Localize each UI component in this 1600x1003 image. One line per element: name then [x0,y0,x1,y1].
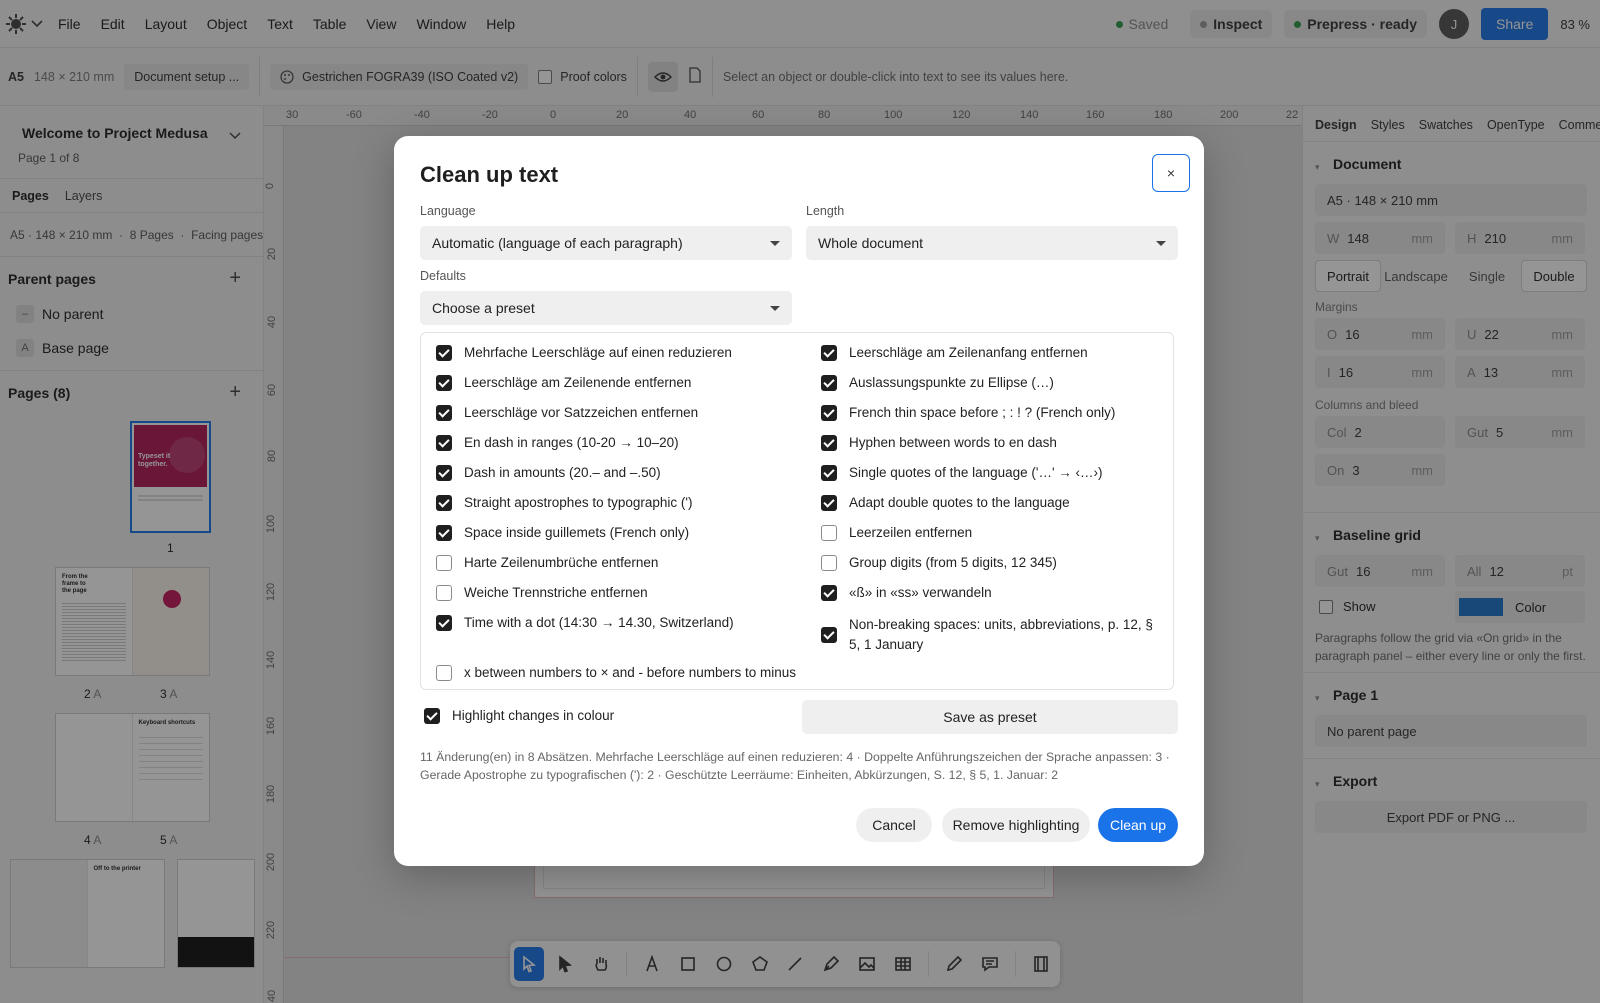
option-label: Group digits (from 5 digits, 12 345) [849,555,1057,570]
option-label: Leerschläge am Zeilenende entfernen [464,375,692,390]
checkbox-checked[interactable] [436,435,452,451]
defaults-label: Defaults [420,269,466,283]
cleanup-option[interactable]: En dash in ranges (10-20 → 10–20) [436,433,806,453]
option-label: French thin space before ; : ! ? (French… [849,405,1116,420]
highlight-label: Highlight changes in colour [452,708,615,723]
checkbox-checked[interactable] [436,345,452,361]
checkbox-checked[interactable] [436,615,452,631]
checkbox-checked[interactable] [821,465,837,481]
checkbox-unchecked[interactable] [821,555,837,571]
chevron-down-icon [770,240,780,246]
length-value: Whole document [818,235,924,251]
cleanup-option[interactable]: Harte Zeilenumbrüche entfernen [436,553,806,573]
option-label: Time with a dot (14:30 → 14.30, Switzerl… [464,615,734,630]
cleanup-option[interactable]: x between numbers to × and - before numb… [436,663,806,683]
highlight-changes-option[interactable]: Highlight changes in colour [424,706,614,726]
option-label: x between numbers to × and - before numb… [464,665,797,680]
checkbox-unchecked[interactable] [436,555,452,571]
checkbox-checked[interactable] [436,465,452,481]
cleanup-option[interactable]: Auslassungspunkte zu Ellipse (…) [821,373,1161,393]
option-label: Space inside guillemets (French only) [464,525,690,540]
change-summary: 11 Änderung(en) in 8 Absätzen. Mehrfache… [420,750,1170,782]
length-select[interactable]: Whole document [806,226,1178,260]
option-label: Hyphen between words to en dash [849,435,1057,450]
close-icon[interactable]: × [1152,154,1190,192]
dialog-title: Clean up text [420,162,559,187]
clean-up-button[interactable]: Clean up [1098,808,1178,842]
option-label: «ß» in «ss» verwandeln [849,585,992,600]
cleanup-option[interactable]: Straight apostrophes to typographic (') [436,493,806,513]
remove-highlighting-button[interactable]: Remove highlighting [942,808,1090,842]
chevron-down-icon [770,305,780,311]
checkbox-checked[interactable] [821,585,837,601]
option-label: Leerschläge vor Satzzeichen entfernen [464,405,699,420]
checkbox-checked[interactable] [821,345,837,361]
option-label: Dash in amounts (20.– and –.50) [464,465,661,480]
option-label: Straight apostrophes to typographic (') [464,495,693,510]
checkbox-unchecked[interactable] [821,525,837,541]
cleanup-option[interactable]: French thin space before ; : ! ? (French… [821,403,1161,423]
cleanup-options: Mehrfache Leerschläge auf einen reduzier… [420,332,1174,690]
option-label: Mehrfache Leerschläge auf einen reduzier… [464,345,732,360]
checkbox-checked[interactable] [821,375,837,391]
option-label: Leerschläge am Zeilenanfang entfernen [849,345,1088,360]
cancel-button[interactable]: Cancel [856,808,932,842]
cleanup-option[interactable]: Mehrfache Leerschläge auf einen reduzier… [436,343,806,363]
checkbox-checked[interactable] [821,435,837,451]
cleanup-option[interactable]: Leerzeilen entfernen [821,523,1161,543]
checkbox-unchecked[interactable] [436,665,452,681]
checkbox-checked[interactable] [436,495,452,511]
cleanup-option[interactable]: Adapt double quotes to the language [821,493,1161,513]
cleanup-option[interactable]: Group digits (from 5 digits, 12 345) [821,553,1161,573]
length-label: Length [806,204,845,218]
preset-select[interactable]: Choose a preset [420,291,792,325]
clean-up-text-dialog: Clean up text × Language Automatic (lang… [394,136,1204,866]
cleanup-option[interactable]: Leerschläge vor Satzzeichen entfernen [436,403,806,423]
cleanup-option[interactable]: Time with a dot (14:30 → 14.30, Switzerl… [436,613,806,633]
language-label: Language [420,204,476,218]
language-value: Automatic (language of each paragraph) [432,235,683,251]
chevron-down-icon [1156,240,1166,246]
option-label: Adapt double quotes to the language [849,495,1070,510]
option-label: Auslassungspunkte zu Ellipse (…) [849,375,1054,390]
option-label: Weiche Trennstriche entfernen [464,585,648,600]
checkbox-checked[interactable] [436,375,452,391]
checkbox-checked[interactable] [436,525,452,541]
language-select[interactable]: Automatic (language of each paragraph) [420,226,792,260]
cleanup-option[interactable]: Leerschläge am Zeilenende entfernen [436,373,806,393]
cleanup-option[interactable]: Single quotes of the language ('…' → ‹…›… [821,463,1161,483]
option-label: Non-breaking spaces: units, abbreviation… [849,617,1153,652]
cleanup-option[interactable]: Dash in amounts (20.– and –.50) [436,463,806,483]
option-label: En dash in ranges (10-20 → 10–20) [464,435,679,450]
preset-value: Choose a preset [432,300,535,316]
checkbox-checked[interactable] [821,495,837,511]
option-label: Harte Zeilenumbrüche entfernen [464,555,659,570]
highlight-checkbox[interactable] [424,708,440,724]
save-preset-button[interactable]: Save as preset [802,700,1178,734]
option-label: Leerzeilen entfernen [849,525,973,540]
cleanup-option[interactable]: Hyphen between words to en dash [821,433,1161,453]
checkbox-checked[interactable] [436,405,452,421]
cleanup-option[interactable]: «ß» in «ss» verwandeln [821,583,1161,603]
cleanup-option[interactable]: Space inside guillemets (French only) [436,523,806,543]
cleanup-option[interactable]: Non-breaking spaces: units, abbreviation… [821,615,1161,655]
checkbox-checked[interactable] [821,405,837,421]
cleanup-option[interactable]: Weiche Trennstriche entfernen [436,583,806,603]
option-label: Single quotes of the language ('…' → ‹…›… [849,465,1103,480]
checkbox-unchecked[interactable] [436,585,452,601]
cleanup-option[interactable]: Leerschläge am Zeilenanfang entfernen [821,343,1161,363]
checkbox-checked[interactable] [821,627,837,643]
